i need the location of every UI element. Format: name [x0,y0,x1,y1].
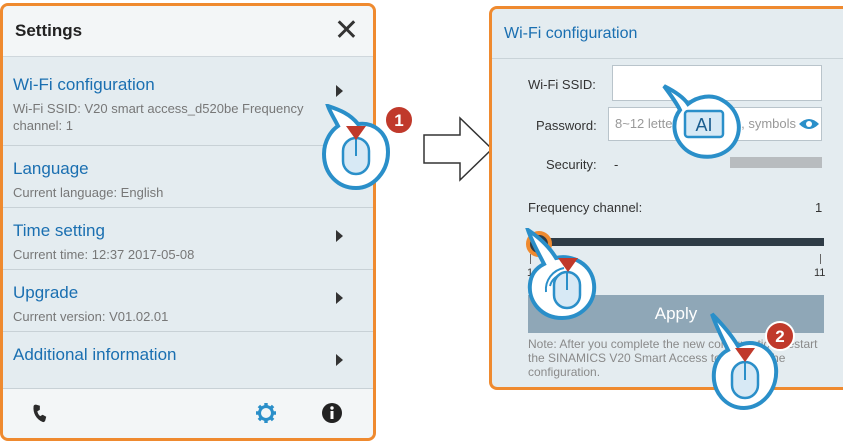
settings-item-title: Time setting [13,221,105,240]
chevron-right-icon [336,292,343,304]
text-cursor-callout: AI [662,84,741,159]
settings-title: Settings [15,21,83,40]
slider-tick-max [820,254,821,264]
drag-callout [525,228,597,320]
settings-item-subtitle: Wi-Fi SSID: V20 smart access_d520be Freq… [13,101,304,133]
frequency-value: 1 [815,200,823,215]
settings-item-title: Additional information [13,345,177,364]
settings-item-upgrade[interactable]: Upgrade Current version: V01.02.01 [3,270,373,332]
settings-footer [3,388,373,438]
gear-icon[interactable] [255,402,277,424]
settings-item-title: Upgrade [13,283,79,302]
settings-item-time[interactable]: Time setting Current time: 12:37 2017-05… [3,208,373,270]
settings-item-title: Wi-Fi configuration [13,75,155,94]
step-badge-1: 1 [384,105,414,135]
ssid-label: Wi-Fi SSID: [528,77,596,92]
password-label: Password: [536,118,597,133]
slider-max-label: 11 [814,267,826,279]
chevron-right-icon [336,354,343,366]
settings-header: Settings [3,6,373,57]
step-badge-2-label: 2 [775,327,784,346]
settings-item-subtitle: Current version: V01.02.01 [13,309,169,324]
chevron-right-icon [336,230,343,242]
settings-item-subtitle: Current time: 12:37 2017-05-08 [13,247,195,262]
close-icon[interactable]: ✕ [334,16,359,46]
step-badge-1-label: 1 [394,111,403,130]
info-icon[interactable] [321,402,343,424]
text-cursor-icon: AI [695,115,712,135]
arrow-right-icon [423,116,494,182]
wifi-title: Wi-Fi configuration [504,24,638,42]
settings-item-additional[interactable]: Additional information [3,332,373,388]
eye-icon[interactable] [798,116,820,132]
frequency-label: Frequency channel: [528,200,643,215]
settings-panel: Settings ✕ Wi-Fi configuration Wi-Fi SSI… [0,3,376,441]
phone-icon[interactable] [30,403,50,423]
chevron-right-icon [336,85,343,97]
security-label: Security: [546,157,597,172]
step-badge-2: 2 [765,321,795,351]
security-value: - [614,157,619,172]
wifi-header: Wi-Fi configuration [492,9,843,59]
